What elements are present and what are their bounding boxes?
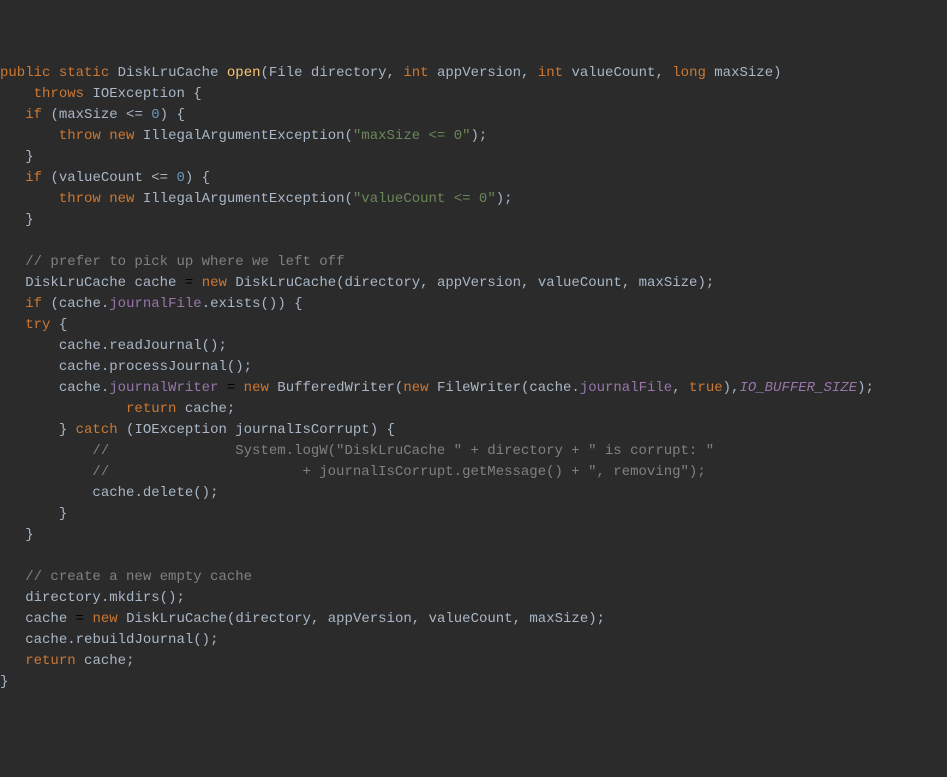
code-line: throw new IllegalArgumentException("valu… <box>0 189 947 210</box>
journalwriter: journalWriter <box>109 380 218 396</box>
cmt-logw2: // + journalIsCorrupt.getMessage() + ", … <box>92 464 705 480</box>
code-line: public static DiskLruCache open(File dir… <box>0 63 947 84</box>
fn-open: open <box>227 65 261 81</box>
kw-if: if <box>25 296 42 312</box>
kw-return: return <box>25 653 75 669</box>
journal-file: journalFile <box>109 296 201 312</box>
code-line: } <box>0 210 947 231</box>
ioexception: IOException <box>92 86 184 102</box>
kw-public: public <box>0 65 50 81</box>
p1-type: File <box>269 65 303 81</box>
code-line: if (cache.journalFile.exists()) { <box>0 294 947 315</box>
iae: IllegalArgumentException <box>143 128 345 144</box>
code-line: if (maxSize <= 0) { <box>0 105 947 126</box>
code-line: try { <box>0 315 947 336</box>
cmt-logw1: // System.logW("DiskLruCache " + directo… <box>92 443 714 459</box>
code-line: throws IOException { <box>0 84 947 105</box>
code-line: // System.logW("DiskLruCache " + directo… <box>0 441 947 462</box>
code-line: cache.rebuildJournal(); <box>0 630 947 651</box>
kw-throw: throw <box>59 191 101 207</box>
p3-name: valueCount <box>571 65 655 81</box>
code-line: cache.journalWriter = new BufferedWriter… <box>0 378 947 399</box>
kw-static: static <box>59 65 109 81</box>
p3-type: int <box>538 65 563 81</box>
kw-if: if <box>25 107 42 123</box>
kw-throw: throw <box>59 128 101 144</box>
ret-type: DiskLruCache <box>118 65 219 81</box>
code-line: cache.readJournal(); <box>0 336 947 357</box>
processjournal: processJournal <box>109 359 227 375</box>
kw-if: if <box>25 170 42 186</box>
kw-catch: catch <box>76 422 118 438</box>
code-line: DiskLruCache cache = new DiskLruCache(di… <box>0 273 947 294</box>
kw-try: try <box>25 317 50 333</box>
kw-new: new <box>244 380 269 396</box>
p4-type: long <box>672 65 706 81</box>
delete-call: delete <box>143 485 193 501</box>
cache-var: cache <box>134 275 176 291</box>
code-line: throw new IllegalArgumentException("maxS… <box>0 126 947 147</box>
mkdirs-call: mkdirs <box>109 590 159 606</box>
kw-new: new <box>109 191 134 207</box>
rebuildjournal: rebuildJournal <box>76 632 194 648</box>
str-valuecount: "valueCount <= 0" <box>353 191 496 207</box>
num-zero: 0 <box>151 107 159 123</box>
filewriter: FileWriter <box>437 380 521 396</box>
kw-throws: throws <box>34 86 84 102</box>
cmt-create: // create a new empty cache <box>25 569 252 585</box>
code-line: return cache; <box>0 651 947 672</box>
kw-new: new <box>403 380 428 396</box>
cond-valuecount: valueCount <= <box>59 170 177 186</box>
code-line: if (valueCount <= 0) { <box>0 168 947 189</box>
code-line: } catch (IOException journalIsCorrupt) { <box>0 420 947 441</box>
code-line: } <box>0 672 947 693</box>
code-editor[interactable]: public static DiskLruCache open(File dir… <box>0 63 947 693</box>
code-line: // prefer to pick up where we left off <box>0 252 947 273</box>
iae: IllegalArgumentException <box>143 191 345 207</box>
code-line: } <box>0 147 947 168</box>
num-zero: 0 <box>176 170 184 186</box>
kw-return: return <box>126 401 176 417</box>
kw-true: true <box>689 380 723 396</box>
kw-new: new <box>202 275 227 291</box>
code-line: // create a new empty cache <box>0 567 947 588</box>
code-line: } <box>0 504 947 525</box>
p2-name: appVersion <box>437 65 521 81</box>
code-line <box>0 231 947 252</box>
io-buffer-size: IO_BUFFER_SIZE <box>739 380 857 396</box>
p2-type: int <box>403 65 428 81</box>
code-line: cache.processJournal(); <box>0 357 947 378</box>
p4-name: maxSize <box>714 65 773 81</box>
cond-maxsize: maxSize <= <box>59 107 151 123</box>
dlc-ctor: DiskLruCache <box>235 275 336 291</box>
cmt-prefer: // prefer to pick up where we left off <box>25 254 344 270</box>
code-line: // + journalIsCorrupt.getMessage() + ", … <box>0 462 947 483</box>
code-line: directory.mkdirs(); <box>0 588 947 609</box>
code-line: } <box>0 525 947 546</box>
code-line: return cache; <box>0 399 947 420</box>
code-line: cache.delete(); <box>0 483 947 504</box>
readjournal: readJournal <box>109 338 201 354</box>
exists-call: exists <box>210 296 260 312</box>
kw-new: new <box>109 128 134 144</box>
dlc-type: DiskLruCache <box>25 275 126 291</box>
str-maxsize: "maxSize <= 0" <box>353 128 471 144</box>
bufferedwriter: BufferedWriter <box>277 380 395 396</box>
kw-new: new <box>92 611 117 627</box>
journal-corrupt: journalIsCorrupt <box>235 422 369 438</box>
code-line <box>0 546 947 567</box>
p1-name: directory <box>311 65 387 81</box>
